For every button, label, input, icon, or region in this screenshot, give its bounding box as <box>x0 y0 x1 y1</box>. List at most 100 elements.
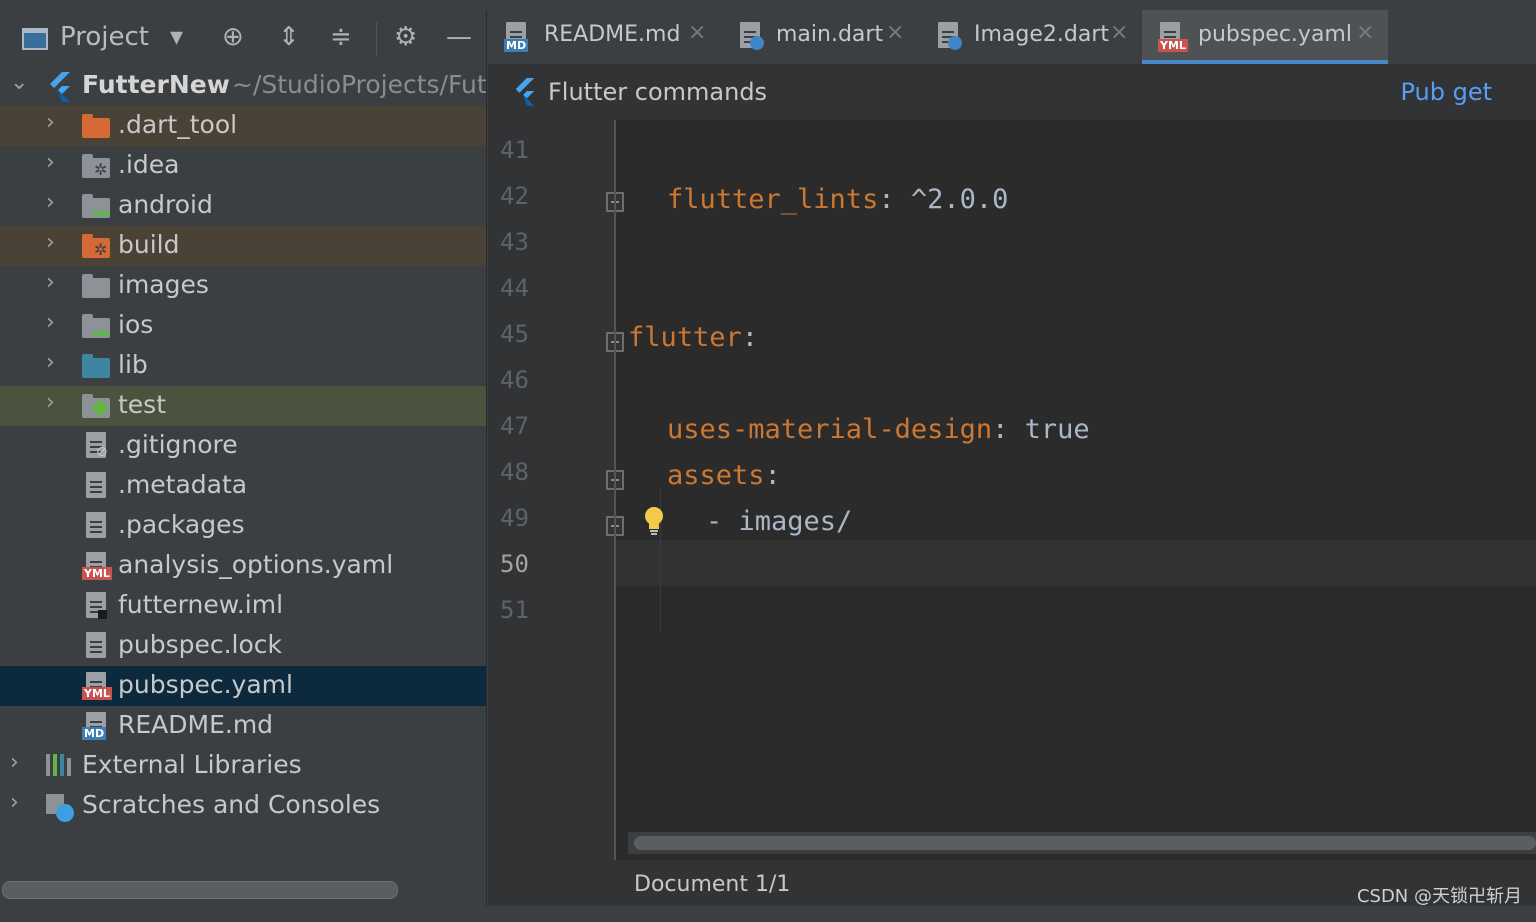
chevron-right-icon[interactable]: › <box>46 190 55 215</box>
dart-file-icon <box>936 22 964 50</box>
tab-pubspec-yaml[interactable]: YML pubspec.yaml × <box>1142 10 1388 64</box>
tree-item-lib[interactable]: › lib <box>0 346 486 386</box>
yaml-file-icon: YML <box>82 672 112 700</box>
tree-root-futternew[interactable]: ⌄ FutterNew ~/StudioProjects/Fut <box>0 66 487 106</box>
tree-item-label: analysis_options.yaml <box>118 550 394 579</box>
tab-label: pubspec.yaml <box>1198 22 1352 47</box>
tree-item-label: Scratches and Consoles <box>82 790 381 819</box>
module-folder-icon: ▪▪▪ <box>82 194 110 219</box>
tab-main-dart[interactable]: main.dart × <box>722 10 918 64</box>
tree-item-label: android <box>118 190 213 219</box>
tree-item-label: .packages <box>118 510 245 539</box>
tree-item-packages[interactable]: .packages <box>0 506 486 546</box>
tree-item-readme[interactable]: MD README.md <box>0 706 486 746</box>
close-icon[interactable]: × <box>886 20 904 45</box>
flutter-icon <box>515 78 535 106</box>
chevron-right-icon[interactable]: › <box>46 230 55 255</box>
line-number-gutter: 41 42 43 44 45 46 47 48 49 50 51 <box>488 120 624 860</box>
tree-item-build[interactable]: › ✲ build <box>0 226 486 266</box>
chevron-right-icon[interactable]: › <box>46 350 55 375</box>
line-number: 49 <box>500 504 529 532</box>
tab-label: main.dart <box>776 22 884 47</box>
document-indicator[interactable]: Document 1/1 <box>634 872 790 897</box>
tree-item-label: .idea <box>118 150 180 179</box>
chevron-right-icon[interactable]: › <box>46 110 55 135</box>
test-folder-icon <box>82 394 110 418</box>
tree-item-gitignore[interactable]: ⊘ .gitignore <box>0 426 486 466</box>
chevron-down-icon[interactable]: ⌄ <box>10 70 28 95</box>
current-line-highlight <box>616 540 1536 586</box>
tree-item-analysis-options[interactable]: YML analysis_options.yaml <box>0 546 486 586</box>
code-line-45: flutter: <box>628 322 759 353</box>
project-horizontal-scrollbar[interactable] <box>2 881 398 899</box>
tree-item-pubspec-lock[interactable]: pubspec.lock <box>0 626 486 666</box>
expand-all-icon[interactable]: ⇕ <box>278 22 300 52</box>
tree-item-label: .dart_tool <box>118 110 238 139</box>
editor-horizontal-scrollbar[interactable] <box>628 832 1536 854</box>
text-file-icon <box>82 632 110 658</box>
tree-item-label: .gitignore <box>118 430 238 459</box>
tree-item-idea[interactable]: › ✲ .idea <box>0 146 486 186</box>
window-top-strip <box>0 0 1536 10</box>
chevron-right-icon[interactable]: › <box>10 750 19 775</box>
dart-file-icon <box>738 22 766 50</box>
gear-icon[interactable]: ⚙ <box>394 22 417 52</box>
tree-item-futternew-iml[interactable]: futternew.iml <box>0 586 486 626</box>
folder-icon <box>82 274 110 298</box>
chevron-right-icon[interactable]: › <box>10 790 19 815</box>
tree-item-label: External Libraries <box>82 750 302 779</box>
scrollbar-thumb[interactable] <box>634 836 1536 850</box>
pub-get-link[interactable]: Pub get <box>1400 78 1492 106</box>
tree-item-label: images <box>118 270 209 299</box>
editor-area: MD README.md × main.dart × Image2.dart ×… <box>488 10 1536 922</box>
source-folder-icon <box>82 354 110 378</box>
chevron-right-icon[interactable]: › <box>46 390 55 415</box>
project-view-selector[interactable]: Project <box>60 22 149 52</box>
chevron-right-icon[interactable]: › <box>46 310 55 335</box>
collapse-all-icon[interactable]: ≑ <box>330 22 352 52</box>
tab-image2-dart[interactable]: Image2.dart × <box>920 10 1140 64</box>
chevron-right-icon[interactable]: › <box>46 270 55 295</box>
minimize-icon[interactable]: — <box>446 22 472 52</box>
watermark: CSDN @天锁卍斩月 <box>1356 886 1522 907</box>
tree-item-pubspec-yaml[interactable]: YML pubspec.yaml <box>0 666 486 706</box>
close-icon[interactable]: × <box>1110 20 1128 45</box>
line-number-current: 50 <box>500 550 529 578</box>
line-number: 51 <box>500 596 529 624</box>
tree-item-test[interactable]: › test <box>0 386 486 426</box>
project-panel: Project ▾ ⊕ ⇕ ≑ ⚙ — ⌄ FutterNew ~/Studio… <box>0 10 487 922</box>
chevron-down-icon[interactable]: ▾ <box>170 22 183 52</box>
close-icon[interactable]: × <box>1356 20 1374 45</box>
tree-item-images[interactable]: › images <box>0 266 486 306</box>
toolbar-divider <box>376 22 377 56</box>
locate-icon[interactable]: ⊕ <box>222 22 244 52</box>
tree-item-ios[interactable]: › ▪▪▪ ios <box>0 306 486 346</box>
tab-readme[interactable]: MD README.md × <box>488 10 720 64</box>
code-line-48: assets: <box>667 460 781 491</box>
tree-item-dart-tool[interactable]: › .dart_tool <box>0 106 486 146</box>
tree-item-android[interactable]: › ▪▪▪ android <box>0 186 486 226</box>
ignore-file-icon: ⊘ <box>82 432 110 460</box>
scratches-icon <box>46 794 74 822</box>
code-line-49: - images/ <box>706 506 853 537</box>
tree-item-label: pubspec.lock <box>118 630 283 659</box>
text-file-icon <box>82 512 110 538</box>
lightbulb-icon[interactable] <box>643 506 665 536</box>
tree-item-label: build <box>118 230 180 259</box>
close-icon[interactable]: × <box>688 20 706 45</box>
gutter-divider <box>614 120 616 860</box>
chevron-right-icon[interactable]: › <box>46 150 55 175</box>
tree-item-label: test <box>118 390 167 419</box>
markdown-file-icon: MD <box>82 712 110 740</box>
settings-folder-icon: ✲ <box>82 154 110 179</box>
editor-tabs: MD README.md × main.dart × Image2.dart ×… <box>488 10 1536 64</box>
tree-item-external-libraries[interactable]: › External Libraries <box>0 746 486 786</box>
tree-item-metadata[interactable]: .metadata <box>0 466 486 506</box>
yaml-file-icon: YML <box>82 552 112 580</box>
yaml-file-icon: YML <box>1158 22 1188 52</box>
code-line-47: uses-material-design: true <box>667 414 1090 445</box>
tree-item-label: ios <box>118 310 154 339</box>
tree-item-scratches[interactable]: › Scratches and Consoles <box>0 786 486 826</box>
tree-item-label: pubspec.yaml <box>118 670 293 699</box>
flutter-icon <box>50 72 70 102</box>
